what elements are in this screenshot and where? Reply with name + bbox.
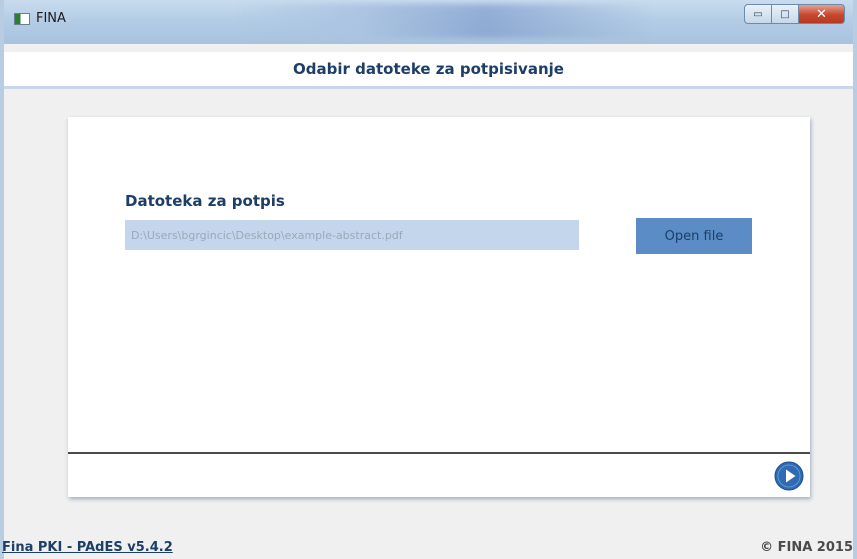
minimize-button[interactable]: ▭	[744, 4, 772, 24]
next-step-button[interactable]	[774, 461, 804, 491]
maximize-button[interactable]: □	[772, 4, 799, 24]
app-window: FINA ▭ □ ✕ Odabir datoteke za potpisivan…	[0, 0, 857, 559]
page-header: Odabir datoteke za potpisivanje	[4, 52, 853, 89]
close-button[interactable]: ✕	[799, 4, 845, 24]
copyright-text: © FINA 2015	[760, 540, 853, 555]
file-path-input[interactable]	[125, 220, 579, 250]
app-icon[interactable]	[14, 13, 30, 25]
open-file-button[interactable]: Open file	[636, 218, 752, 254]
window-controls: ▭ □ ✕	[744, 4, 845, 24]
title-bar-decoration	[234, 4, 654, 38]
file-field-label: Datoteka za potpis	[125, 192, 285, 210]
panel-divider	[68, 452, 810, 454]
page-title: Odabir datoteke za potpisivanje	[293, 60, 564, 78]
window-title: FINA	[36, 11, 66, 26]
version-link[interactable]: Fina PKI - PAdES v5.4.2	[2, 540, 173, 555]
file-selection-panel: Datoteka za potpis Open file	[68, 117, 810, 497]
title-bar[interactable]: FINA ▭ □ ✕	[4, 0, 853, 44]
